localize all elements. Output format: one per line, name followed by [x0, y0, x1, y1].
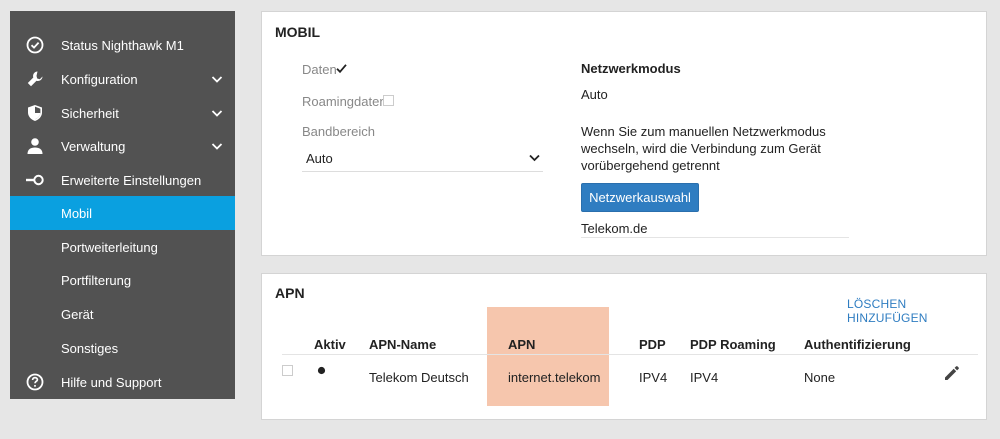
network-mode-title: Netzwerkmodus: [581, 61, 681, 76]
sidebar-item-label: Sicherheit: [61, 105, 119, 121]
sidebar: Status Nighthawk M1 Konfiguration Sicher…: [10, 11, 235, 399]
shield-icon: [25, 104, 45, 122]
sidebar-item-label: Verwaltung: [61, 138, 126, 154]
band-select[interactable]: Auto: [302, 144, 543, 172]
network-mode-value: Auto: [581, 87, 608, 102]
info-text-line: wechseln, wird die Verbindung zum Gerät: [581, 141, 821, 156]
band-label: Bandbereich: [302, 124, 375, 139]
sidebar-item-label: Portfilterung: [61, 272, 132, 288]
chevron-down-icon: [529, 154, 540, 162]
sidebar-item-hilfe[interactable]: Hilfe und Support: [10, 365, 235, 399]
apn-panel: APN LÖSCHEN HINZUFÜGEN Aktiv APN-Name AP…: [261, 273, 987, 420]
chevron-down-icon: [211, 110, 223, 117]
roaming-checkbox[interactable]: [383, 95, 394, 106]
sidebar-item-geraet[interactable]: Gerät: [10, 297, 235, 331]
person-icon: [25, 137, 45, 155]
apn-column-highlight: [487, 307, 609, 406]
info-text-line: Wenn Sie zum manuellen Netzwerkmodus: [581, 124, 826, 139]
sidebar-item-sicherheit[interactable]: Sicherheit: [10, 96, 235, 130]
sidebar-item-label: Gerät: [61, 306, 94, 322]
sidebar-item-mobil[interactable]: Mobil: [10, 196, 235, 230]
sidebar-item-portweiterleitung[interactable]: Portweiterleitung: [10, 230, 235, 264]
sidebar-item-label: Mobil: [61, 205, 93, 221]
column-header: PDP Roaming: [690, 337, 776, 352]
pdp-roaming-cell: IPV4: [690, 370, 719, 385]
sidebar-item-portfilterung[interactable]: Portfilterung: [10, 263, 235, 297]
apn-value-cell: internet.telekom: [508, 370, 601, 385]
roaming-label: Roamingdaten: [302, 94, 387, 109]
row-select-checkbox[interactable]: [282, 365, 293, 376]
column-header: Authentifizierung: [804, 337, 911, 352]
network-select-button[interactable]: Netzwerkauswahl: [581, 183, 699, 212]
panel-title: MOBIL: [275, 24, 321, 40]
pdp-cell: IPV4: [639, 370, 668, 385]
info-text-line: vorübergehend getrennt: [581, 158, 720, 173]
apn-actions-link[interactable]: LÖSCHEN HINZUFÜGEN: [847, 297, 986, 325]
sidebar-item-label: Sonstiges: [61, 340, 119, 356]
wrench-icon: [25, 70, 45, 88]
sidebar-item-label: Konfiguration: [61, 71, 138, 87]
divider: [282, 354, 978, 355]
sidebar-item-label: Erweiterte Einstellungen: [61, 172, 202, 188]
mobil-panel: MOBIL Daten Roamingdaten Bandbereich Aut…: [261, 11, 987, 256]
key-icon: [25, 171, 45, 189]
edit-pencil-icon[interactable]: [943, 364, 961, 382]
sidebar-item-sonstiges[interactable]: Sonstiges: [10, 331, 235, 365]
column-header: APN: [508, 337, 536, 352]
help-circle-icon: [25, 373, 45, 391]
data-checkbox-checked-icon[interactable]: [336, 63, 347, 74]
carrier-name: Telekom.de: [581, 221, 648, 236]
column-header: APN-Name: [369, 337, 437, 352]
sidebar-item-erweiterte-einstellungen[interactable]: Erweiterte Einstellungen: [10, 163, 235, 197]
auth-cell: None: [804, 370, 836, 385]
chevron-down-icon: [211, 143, 223, 150]
panel-title: APN: [275, 285, 305, 301]
column-header: Aktiv: [314, 337, 346, 352]
sidebar-item-konfiguration[interactable]: Konfiguration: [10, 62, 235, 96]
sidebar-item-verwaltung[interactable]: Verwaltung: [10, 129, 235, 163]
sidebar-item-label: Status Nighthawk M1: [61, 37, 184, 53]
active-dot-icon: [317, 366, 326, 375]
data-label: Daten: [302, 62, 337, 77]
check-circle-icon: [25, 36, 45, 54]
apn-name-cell: Telekom Deutsch: [369, 370, 469, 385]
sidebar-item-label: Portweiterleitung: [61, 239, 158, 255]
sidebar-item-status[interactable]: Status Nighthawk M1: [10, 28, 235, 62]
chevron-down-icon: [211, 76, 223, 83]
band-select-value: Auto: [306, 151, 333, 166]
column-header: PDP: [639, 337, 666, 352]
sidebar-item-label: Hilfe und Support: [61, 374, 162, 390]
divider: [581, 237, 849, 238]
